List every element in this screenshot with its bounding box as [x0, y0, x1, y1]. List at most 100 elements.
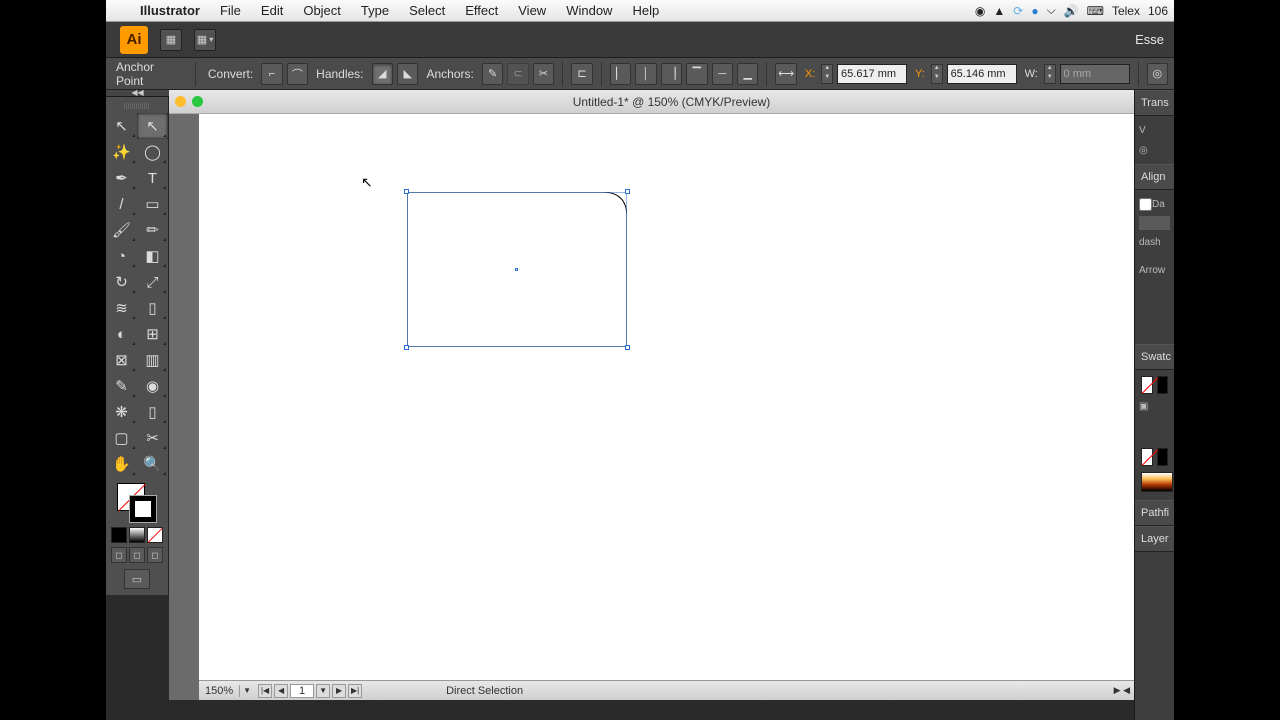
menu-effect[interactable]: Effect: [455, 3, 508, 18]
line-tool[interactable]: /: [106, 191, 137, 217]
none-mode-button[interactable]: [147, 527, 163, 543]
show-handles-button[interactable]: ◢: [372, 63, 393, 85]
pathfinder-panel-tab[interactable]: Pathfi: [1135, 500, 1174, 526]
y-input[interactable]: [947, 64, 1017, 84]
record-icon[interactable]: ◉: [975, 4, 985, 18]
draw-normal-button[interactable]: ◻: [111, 547, 127, 563]
halign-left-button[interactable]: ▏: [610, 63, 631, 85]
drive-icon[interactable]: ▲: [993, 4, 1005, 18]
menu-window[interactable]: Window: [556, 3, 622, 18]
panel-fill-swatch-icon[interactable]: [1141, 376, 1153, 394]
swatches-panel-tab[interactable]: Swatc: [1135, 344, 1174, 370]
gradient-tool[interactable]: ▥: [137, 347, 168, 373]
swatch-black-icon[interactable]: [1157, 448, 1169, 466]
menu-object[interactable]: Object: [293, 3, 351, 18]
app-name[interactable]: Illustrator: [130, 3, 210, 18]
cube-icon[interactable]: ▣: [1139, 396, 1170, 416]
volume-icon[interactable]: 🔊: [1064, 4, 1079, 18]
selection-handle[interactable]: [404, 189, 409, 194]
lasso-tool[interactable]: ◯: [137, 139, 168, 165]
canvas[interactable]: ↖ 150% ▼ |◀ ◀ 1 ▼ ▶ ▶| Direct Selection …: [169, 114, 1134, 700]
stroke-swatch-icon[interactable]: [129, 495, 157, 523]
connect-points-button[interactable]: ⊂: [507, 63, 528, 85]
last-artboard-button[interactable]: ▶|: [348, 684, 362, 698]
eyedropper-tool[interactable]: ✎: [106, 373, 137, 399]
transform-panel-tab[interactable]: Trans: [1135, 90, 1174, 116]
blob-brush-tool[interactable]: ◔: [106, 243, 137, 269]
wifi-icon[interactable]: ⌵: [1047, 3, 1056, 18]
zoom-tool[interactable]: 🔍: [137, 451, 168, 477]
perspective-grid-tool[interactable]: ⊞: [137, 321, 168, 347]
convert-corner-button[interactable]: ⌐: [261, 63, 282, 85]
type-tool[interactable]: T: [137, 165, 168, 191]
isolate-button[interactable]: ◎: [1147, 63, 1168, 85]
artboard-number[interactable]: 1: [290, 684, 314, 698]
gradient-mode-button[interactable]: [129, 527, 145, 543]
arrange-documents-button[interactable]: ▦: [194, 29, 216, 51]
selection-handle[interactable]: [625, 189, 630, 194]
x-stepper[interactable]: ▲▼: [821, 64, 833, 84]
menu-select[interactable]: Select: [399, 3, 455, 18]
free-transform-tool[interactable]: ▯: [137, 295, 168, 321]
pen-tool[interactable]: ✒: [106, 165, 137, 191]
scale-tool[interactable]: ⤢: [137, 269, 168, 295]
valign-middle-button[interactable]: ─: [712, 63, 733, 85]
bluetooth-icon[interactable]: ●: [1031, 4, 1038, 18]
valign-top-button[interactable]: ▔: [686, 63, 707, 85]
hide-handles-button[interactable]: ◣: [397, 63, 418, 85]
draw-behind-button[interactable]: ◻: [129, 547, 145, 563]
bridge-button[interactable]: ▦: [160, 29, 182, 51]
first-artboard-button[interactable]: |◀: [258, 684, 272, 698]
direct-selection-tool[interactable]: ↖: [137, 113, 168, 139]
blend-tool[interactable]: ◉: [137, 373, 168, 399]
zoom-dropdown-icon[interactable]: ▼: [240, 686, 254, 695]
rotate-tool[interactable]: ↻: [106, 269, 137, 295]
prev-artboard-button[interactable]: ◀: [274, 684, 288, 698]
align-panel-tab[interactable]: Align: [1135, 164, 1174, 190]
w-stepper[interactable]: ▲▼: [1044, 64, 1056, 84]
remove-anchor-button[interactable]: ✎: [482, 63, 503, 85]
gradient-preview[interactable]: [1141, 472, 1173, 492]
zoom-window-button[interactable]: [192, 96, 203, 107]
cut-path-button[interactable]: ✂: [533, 63, 554, 85]
slice-tool[interactable]: ✂: [137, 425, 168, 451]
layers-panel-tab[interactable]: Layer: [1135, 526, 1174, 552]
menu-view[interactable]: View: [508, 3, 556, 18]
dash-input[interactable]: [1139, 216, 1170, 230]
menu-file[interactable]: File: [210, 3, 251, 18]
width-tool[interactable]: ≋: [106, 295, 137, 321]
illustrator-logo-icon[interactable]: Ai: [120, 26, 148, 54]
rectangle-tool[interactable]: ▭: [137, 191, 168, 217]
panel-stroke-swatch-icon[interactable]: [1157, 376, 1169, 394]
dashed-checkbox[interactable]: [1139, 198, 1152, 211]
selection-handle[interactable]: [404, 345, 409, 350]
artboard-tool[interactable]: ▢: [106, 425, 137, 451]
convert-smooth-button[interactable]: ⌒: [287, 63, 308, 85]
color-mode-button[interactable]: [111, 527, 127, 543]
halign-center-button[interactable]: │: [635, 63, 656, 85]
paintbrush-tool[interactable]: 🖌: [106, 217, 137, 243]
selection-handle[interactable]: [625, 345, 630, 350]
x-input[interactable]: [837, 64, 907, 84]
pencil-tool[interactable]: ✏: [137, 217, 168, 243]
menu-help[interactable]: Help: [622, 3, 669, 18]
tools-grip[interactable]: [124, 103, 150, 109]
fill-stroke-swatch[interactable]: [115, 483, 159, 523]
sync-icon[interactable]: ⟳: [1013, 4, 1023, 18]
mesh-tool[interactable]: ⊠: [106, 347, 137, 373]
valign-bottom-button[interactable]: ▁: [737, 63, 758, 85]
halign-right-button[interactable]: ▕: [661, 63, 682, 85]
menu-edit[interactable]: Edit: [251, 3, 293, 18]
magic-wand-tool[interactable]: ✨: [106, 139, 137, 165]
eraser-tool[interactable]: ◧: [137, 243, 168, 269]
screen-mode-button[interactable]: ▭: [124, 569, 150, 589]
draw-inside-button[interactable]: ◻: [147, 547, 163, 563]
column-graph-tool[interactable]: ▯: [137, 399, 168, 425]
shape-builder-tool[interactable]: ◐: [106, 321, 137, 347]
swatch-none-icon[interactable]: [1141, 448, 1153, 466]
rectangle-shape[interactable]: [407, 192, 627, 347]
next-artboard-button[interactable]: ▶: [332, 684, 346, 698]
menu-type[interactable]: Type: [351, 3, 399, 18]
input-source-label[interactable]: Telex: [1112, 4, 1140, 18]
symbol-sprayer-tool[interactable]: ❋: [106, 399, 137, 425]
